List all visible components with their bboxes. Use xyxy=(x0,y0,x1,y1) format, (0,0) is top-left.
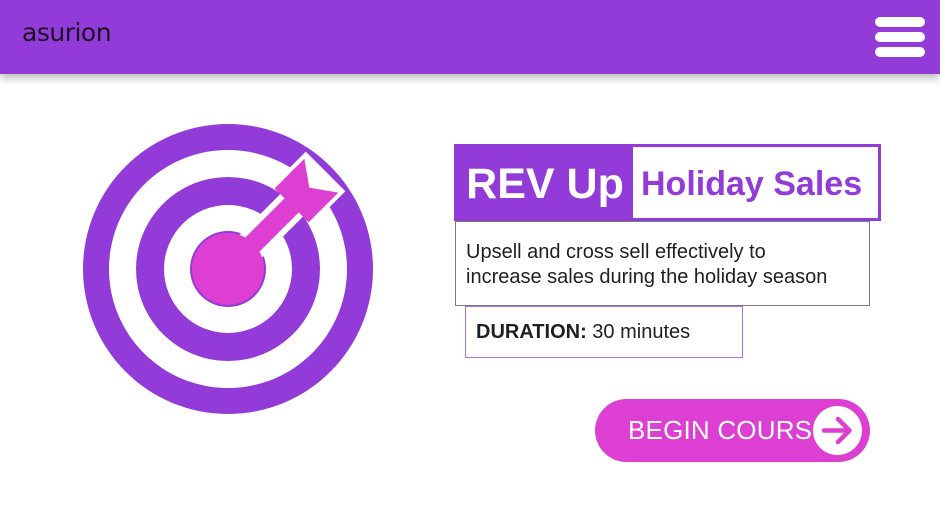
duration-value: 30 minutes xyxy=(592,321,691,343)
begin-course-button[interactable]: BEGIN COURSE xyxy=(595,399,870,462)
course-duration: DURATION: 30 minutes xyxy=(465,306,743,358)
menu-bar xyxy=(875,32,925,42)
begin-course-label: BEGIN COURSE xyxy=(628,415,830,445)
course-description-line: increase sales during the holiday season xyxy=(466,266,828,288)
asurion-logo[interactable]: asurion xyxy=(22,18,112,47)
arrow-right-circle-icon xyxy=(813,406,862,455)
course-description: Upsell and cross sell effectively to inc… xyxy=(455,221,870,306)
menu-bar xyxy=(875,17,925,27)
bullseye-target-arrow-icon xyxy=(83,124,373,414)
course-title-secondary: Holiday Sales xyxy=(641,165,863,203)
course-title-primary: REV Up xyxy=(457,147,633,218)
hamburger-menu-icon[interactable] xyxy=(875,17,925,57)
duration-label: DURATION: xyxy=(476,321,587,343)
course-title: REV Up Holiday Sales xyxy=(454,144,881,221)
course-description-line: Upsell and cross sell effectively to xyxy=(466,241,766,263)
menu-bar xyxy=(875,47,925,57)
arrow-right-icon xyxy=(821,416,852,445)
top-bar: asurion xyxy=(0,0,940,74)
